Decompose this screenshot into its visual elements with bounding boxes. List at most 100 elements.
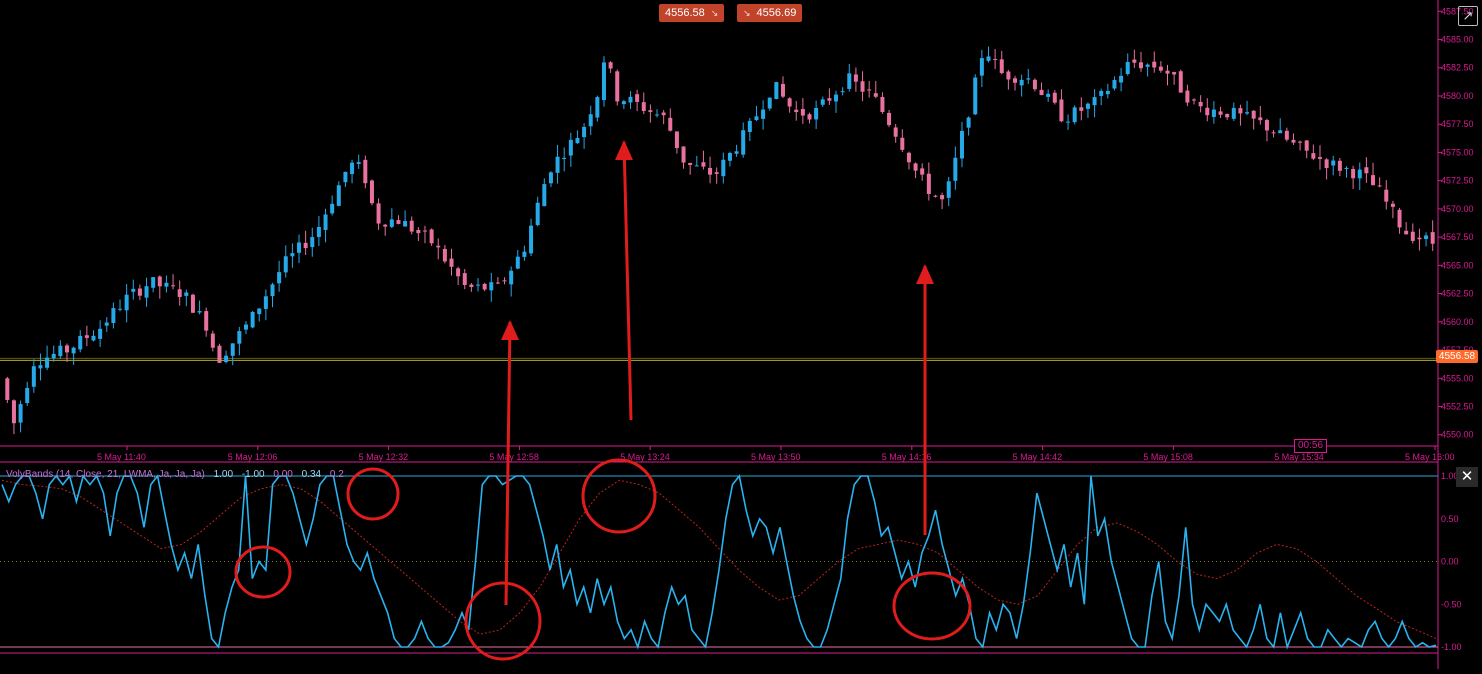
candle-body <box>761 109 766 119</box>
close-icon[interactable]: ✕ <box>1456 467 1478 487</box>
candle-body <box>860 81 865 92</box>
candle-body <box>25 387 30 404</box>
annotation-arrow-head <box>615 140 633 160</box>
timer-value: 00:56 <box>1298 440 1324 451</box>
candle-body <box>893 127 898 137</box>
candle-body <box>1013 78 1018 83</box>
candle-body <box>237 331 242 344</box>
external-window-icon[interactable]: ↗ <box>1458 6 1478 26</box>
candle-body <box>38 365 43 369</box>
candle-body <box>1079 107 1084 111</box>
time-tick-label: 5 May 12:58 <box>489 452 539 462</box>
annotation-arrow-shaft <box>504 321 512 606</box>
candle-body <box>814 107 819 120</box>
candle-body <box>621 101 626 105</box>
candle-body <box>608 62 613 69</box>
axes: 4587.504585.004582.504580.004577.504575.… <box>0 0 1474 669</box>
candle-body <box>668 117 673 131</box>
candle-body <box>562 157 567 159</box>
candle-body <box>933 195 938 197</box>
candle-body <box>655 114 660 116</box>
candle-body <box>1138 62 1143 69</box>
price-tick-label: 4572.50 <box>1441 176 1474 186</box>
candle-body <box>807 114 812 120</box>
candle-body <box>310 237 315 248</box>
candle-body <box>1059 99 1064 122</box>
candle-body <box>1264 120 1269 131</box>
candle-body <box>131 288 136 292</box>
candle-body <box>376 203 381 224</box>
candle-body <box>502 280 507 282</box>
candle-body <box>495 282 500 284</box>
trading-chart[interactable]: 4587.50 4585.00 4582.50 4580.00 4577.50 4575.… <box>0 0 1482 669</box>
price-tick-label: 4555.00 <box>1441 373 1474 383</box>
candle-body <box>283 256 288 273</box>
candle-body <box>555 156 560 173</box>
candle-body <box>820 99 825 105</box>
candle-body <box>469 284 474 288</box>
candle-body <box>71 347 76 354</box>
indicator-value-3: 0.00 <box>273 469 293 480</box>
candle-body <box>694 165 699 167</box>
arrow-down-right-icon: ↘ <box>743 8 751 18</box>
candle-body <box>343 171 348 183</box>
candle-body <box>1039 89 1044 96</box>
candle-body <box>204 311 209 331</box>
candle-body <box>827 98 832 101</box>
candle-body <box>409 220 414 232</box>
candle-body <box>1125 62 1130 75</box>
candle-body <box>217 345 222 363</box>
candle-body <box>681 146 686 163</box>
sell-price-label: 4556.58 <box>665 7 705 19</box>
candle-body <box>787 98 792 107</box>
candle-body <box>270 284 275 297</box>
candle-body <box>1032 79 1037 90</box>
candle-body <box>1410 231 1415 241</box>
time-tick-label: 5 May 13:50 <box>751 452 801 462</box>
time-tick-label: 5 May 16:00 <box>1405 452 1455 462</box>
candle-body <box>615 71 620 102</box>
indicator-value-4: 0.34 <box>301 469 322 480</box>
candle-body <box>1404 230 1409 235</box>
candle-body <box>84 335 89 338</box>
price-tick-label: 4565.00 <box>1441 260 1474 270</box>
annotation-circle <box>581 458 657 534</box>
annotation-arrow-head <box>501 320 519 340</box>
candle-body <box>780 83 785 97</box>
buy-price-button[interactable]: ↘ 4556.69 <box>737 4 803 22</box>
candle-body <box>190 294 195 313</box>
candle-body <box>1424 235 1429 240</box>
sell-price-button[interactable]: 4556.58 ↘ <box>659 4 725 22</box>
candle-body <box>1337 160 1342 171</box>
candle-body <box>853 74 858 82</box>
candle-body <box>1158 66 1163 71</box>
candle-body <box>509 270 514 285</box>
candle-body <box>661 112 666 116</box>
candle-body <box>887 112 892 126</box>
candle-body <box>635 94 640 102</box>
candle-body <box>966 117 971 128</box>
candle-body <box>529 225 534 254</box>
chart-canvas[interactable]: 4587.504585.004582.504580.004577.504575.… <box>0 0 1482 669</box>
candle-body <box>1364 167 1369 174</box>
price-tick-label: 4562.50 <box>1441 289 1474 299</box>
candle-body <box>1052 92 1057 103</box>
candle-body <box>422 230 427 232</box>
candle-body <box>1205 107 1210 116</box>
candle-body <box>1218 111 1223 115</box>
candle-body <box>1377 185 1382 187</box>
candle-body <box>920 168 925 175</box>
candle-body <box>297 242 302 253</box>
candle-body <box>277 272 282 284</box>
candle-body <box>940 195 945 200</box>
candle-body <box>774 82 779 99</box>
candle-body <box>1046 93 1051 97</box>
last-price-badge: 4556.58 <box>1436 350 1478 363</box>
candle-body <box>1384 189 1389 202</box>
candle-body <box>986 56 991 61</box>
candle-body <box>243 324 248 330</box>
candle-body <box>489 282 494 291</box>
indicator-value-2: -1.00 <box>241 469 265 480</box>
price-tick-label: 4575.00 <box>1441 147 1474 157</box>
candle-body <box>1185 90 1190 103</box>
